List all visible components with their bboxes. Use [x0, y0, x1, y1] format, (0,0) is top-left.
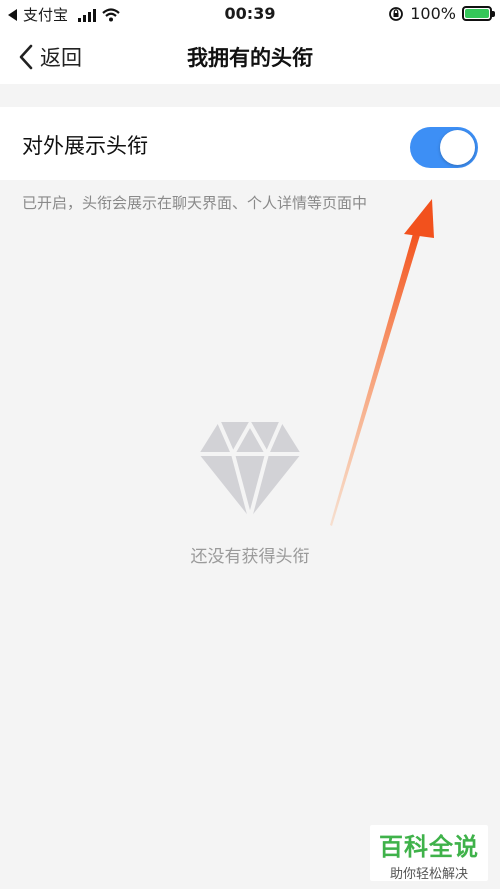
show-title-toggle[interactable] [410, 127, 478, 168]
show-title-setting-row: 对外展示头衔 [0, 107, 500, 180]
watermark-subtitle: 助你轻松解决 [389, 867, 468, 882]
nav-bar: 返回 我拥有的头衔 [0, 30, 500, 84]
setting-hint: 已开启，头衔会展示在聊天界面、个人详情等页面中 [22, 194, 368, 212]
battery-percent: 100% [410, 4, 456, 23]
status-bar: 支付宝 00:39 100% [0, 0, 500, 30]
rotation-lock-icon [389, 6, 404, 21]
status-bar-right: 100% [388, 4, 495, 23]
toggle-knob [440, 130, 475, 165]
diamond-icon [199, 420, 301, 520]
page-title: 我拥有的头衔 [187, 46, 313, 70]
empty-state-text: 还没有获得头衔 [190, 547, 310, 567]
battery-icon [462, 6, 495, 21]
watermark: 百科全说 助你轻松解决 [370, 825, 488, 882]
watermark-title: 百科全说 [379, 833, 479, 861]
show-title-label: 对外展示头衔 [22, 134, 148, 158]
